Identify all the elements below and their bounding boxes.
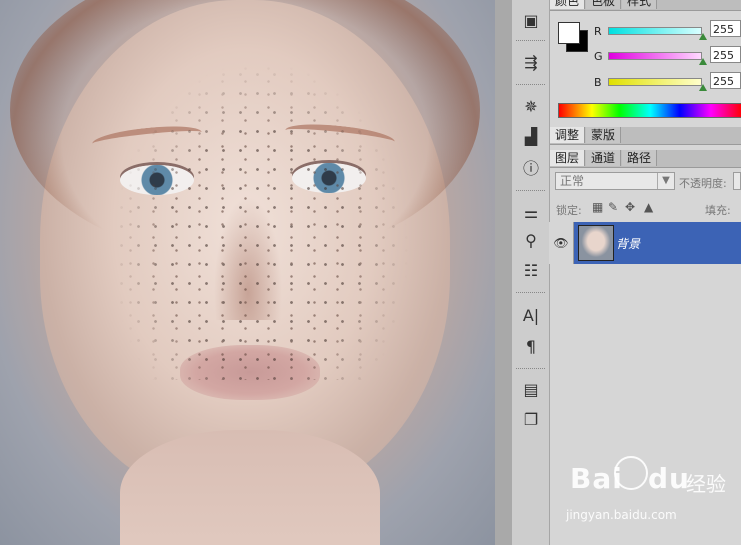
blend-mode-value: 正常: [560, 174, 585, 188]
lock-image-icon[interactable]: ✎: [608, 200, 618, 214]
canvas-photo[interactable]: [0, 0, 495, 545]
lock-transparent-icon[interactable]: ▦: [592, 200, 603, 214]
info-icon[interactable]: ⓘ: [519, 155, 543, 179]
tab-styles[interactable]: 样式: [622, 0, 658, 9]
character-icon[interactable]: A|: [519, 303, 543, 327]
tab-swatches[interactable]: 色板: [586, 0, 622, 9]
strip-grip[interactable]: [516, 84, 545, 88]
b-label: B: [594, 76, 602, 89]
panel-divider[interactable]: [495, 0, 512, 545]
tab-channels[interactable]: 通道: [586, 150, 622, 166]
opacity-label: 不透明度:: [679, 177, 727, 190]
strip-grip[interactable]: [516, 292, 545, 296]
adjust-panel-tabs: 调整 蒙版: [550, 127, 741, 145]
navigator-icon[interactable]: ✵: [519, 94, 543, 118]
g-value-field[interactable]: 255: [710, 46, 741, 63]
mini-bridge-icon[interactable]: ▣: [519, 8, 543, 32]
layer-row-background[interactable]: 👁 背景: [549, 222, 741, 264]
histogram-icon[interactable]: ▟: [519, 124, 543, 148]
tab-color[interactable]: 颜色: [550, 0, 586, 9]
lock-label: 锁定:: [556, 204, 582, 217]
g-slider-thumb[interactable]: [699, 58, 707, 65]
panel-icon-strip: ▣ ⇶ ✵ ▟ ⓘ ⚌ ⚲ ☷ A| ¶ ▤ ❐: [512, 0, 550, 545]
color-panel-tabs: 颜色 色板 样式: [550, 0, 741, 11]
r-slider[interactable]: [608, 27, 702, 35]
g-slider[interactable]: [608, 52, 702, 60]
neck-area: [120, 430, 380, 545]
strip-grip[interactable]: [516, 40, 545, 44]
baidu-jingyan-watermark: Bai du 经验 jingyan.baidu.com: [560, 456, 740, 532]
lock-all-icon[interactable]: ▲: [644, 200, 653, 214]
brush-presets-icon[interactable]: ⚌: [519, 200, 543, 224]
color-spectrum-bar[interactable]: [558, 103, 741, 118]
watermark-url: jingyan.baidu.com: [566, 508, 677, 522]
layers-panel-tabs: 图层 通道 路径: [550, 150, 741, 168]
tab-layers[interactable]: 图层: [550, 150, 586, 166]
tab-masks[interactable]: 蒙版: [586, 127, 622, 143]
r-slider-thumb[interactable]: [699, 33, 707, 40]
paragraph-icon[interactable]: ¶: [519, 334, 543, 358]
b-slider-thumb[interactable]: [699, 84, 707, 91]
b-slider[interactable]: [608, 78, 702, 86]
fill-label: 填充:: [705, 204, 731, 217]
strip-grip[interactable]: [516, 368, 545, 372]
lock-position-icon[interactable]: ✥: [625, 200, 635, 214]
layer-comps-icon[interactable]: ❐: [519, 407, 543, 431]
strip-grip[interactable]: [516, 190, 545, 194]
eye-visibility-icon[interactable]: 👁: [549, 222, 574, 264]
paw-logo-icon: [614, 456, 648, 490]
opacity-field[interactable]: [733, 172, 741, 190]
layer-thumbnail: [578, 225, 614, 261]
b-value-field[interactable]: 255: [710, 72, 741, 89]
history-icon[interactable]: ⇶: [519, 50, 543, 74]
chevron-down-icon: ▼: [657, 173, 674, 189]
watermark-product: 经验: [686, 472, 726, 496]
r-label: R: [594, 25, 602, 38]
tool-presets-icon[interactable]: ☷: [519, 258, 543, 282]
blend-mode-select[interactable]: 正常 ▼: [555, 172, 675, 190]
layer-name[interactable]: 背景: [616, 235, 640, 252]
watermark-brand-suffix: du: [648, 462, 690, 495]
notes-icon[interactable]: ▤: [519, 377, 543, 401]
r-value-field[interactable]: 255: [710, 20, 741, 37]
freckles: [110, 60, 410, 380]
g-label: G: [594, 50, 603, 63]
foreground-color-swatch[interactable]: [558, 22, 580, 44]
clone-source-icon[interactable]: ⚲: [519, 228, 543, 252]
tab-adjustments[interactable]: 调整: [550, 127, 586, 143]
tab-paths[interactable]: 路径: [622, 150, 658, 166]
